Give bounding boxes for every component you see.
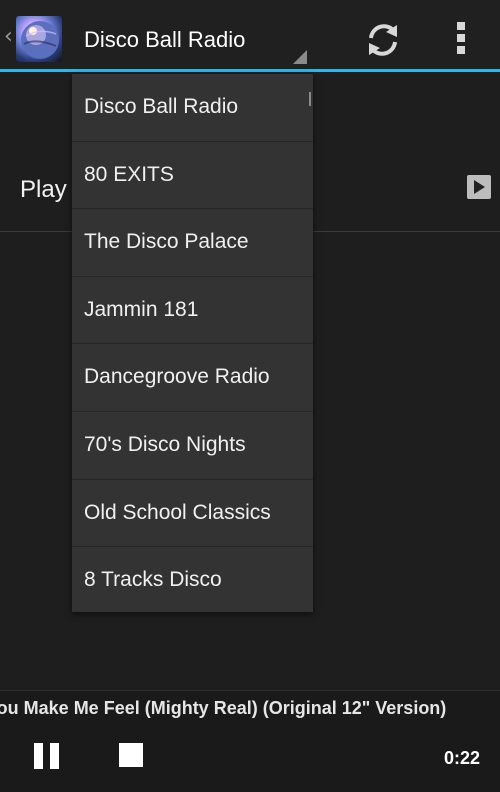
dropdown-item[interactable]: 70's Disco Nights (72, 412, 313, 480)
dropdown-item[interactable]: Old School Classics (72, 480, 313, 548)
overflow-dot (457, 34, 465, 42)
player-bar: You Make Me Feel (Mighty Real) (Original… (0, 690, 500, 792)
actionbar-accent-line (0, 69, 500, 72)
dropdown-item[interactable]: Disco Ball Radio (72, 74, 313, 142)
station-dropdown: Disco Ball Radio 80 EXITS The Disco Pala… (72, 74, 313, 612)
dropdown-item-label: Dancegroove Radio (84, 365, 270, 389)
pause-button[interactable] (34, 743, 62, 769)
stop-button[interactable] (119, 743, 143, 767)
app-logo-icon[interactable] (16, 16, 62, 62)
play-label: Play (20, 176, 67, 203)
station-spinner[interactable]: Disco Ball Radio (70, 0, 310, 70)
refresh-icon (369, 24, 397, 56)
dropdown-item-label: Old School Classics (84, 500, 271, 524)
track-title: You Make Me Feel (Mighty Real) (Original… (0, 695, 500, 725)
dropdown-item[interactable]: 8 Tracks Disco (72, 547, 313, 615)
spinner-selected-label: Disco Ball Radio (84, 27, 246, 52)
dropdown-item[interactable]: The Disco Palace (72, 209, 313, 277)
dropdown-item[interactable]: 80 EXITS (72, 142, 313, 210)
action-bar: ‹ Disco Ball Radio (0, 0, 500, 72)
elapsed-time: 0:22 (444, 748, 481, 768)
pause-icon (34, 743, 43, 769)
dropdown-item[interactable]: Jammin 181 (72, 277, 313, 345)
spinner-arrow-icon (293, 50, 307, 64)
dropdown-item-label: 8 Tracks Disco (84, 568, 222, 592)
overflow-dot (457, 22, 465, 30)
refresh-button[interactable] (360, 17, 406, 63)
play-arrow-icon[interactable] (467, 175, 491, 199)
overflow-dot (457, 46, 465, 54)
dropdown-item-label: Jammin 181 (84, 297, 199, 321)
dropdown-item-label: 70's Disco Nights (84, 433, 246, 456)
up-caret-icon[interactable]: ‹ (4, 26, 13, 48)
dropdown-item[interactable]: Dancegroove Radio (72, 344, 313, 412)
pause-icon (50, 743, 59, 769)
dropdown-item-label: 80 EXITS (84, 162, 174, 186)
track-title-text: You Make Me Feel (Mighty Real) (Original… (0, 698, 447, 718)
dropdown-item-label: The Disco Palace (84, 230, 249, 254)
dropdown-item-label: Disco Ball Radio (84, 95, 239, 118)
overflow-menu-button[interactable] (444, 18, 478, 58)
